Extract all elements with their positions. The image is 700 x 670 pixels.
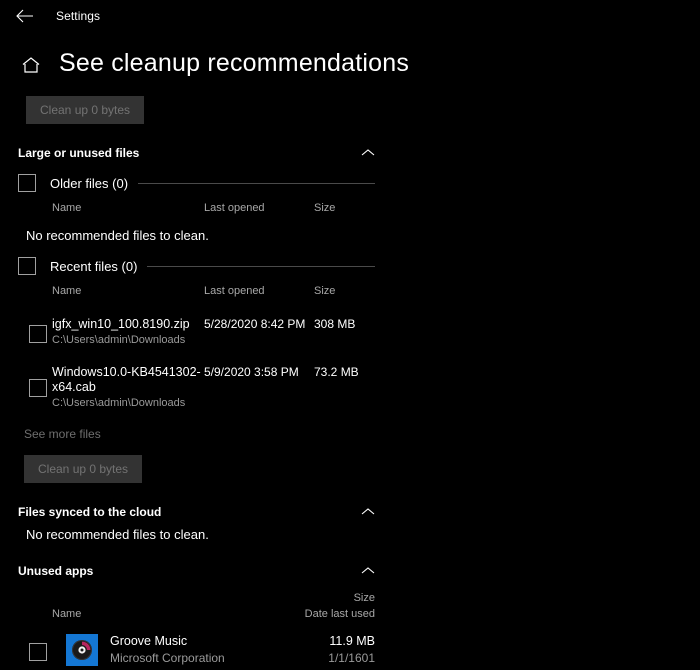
column-header-size: Size xyxy=(314,285,335,297)
group-label-older-files: Older files (0) xyxy=(50,176,128,191)
content-area: Clean up 0 bytes Large or unused files O… xyxy=(0,78,700,670)
section-header-large-or-unused-files[interactable]: Large or unused files xyxy=(18,146,375,160)
title-bar: Settings xyxy=(0,0,700,32)
file-name: Windows10.0-KB4541302-x64.cab xyxy=(52,365,202,395)
chevron-up-icon[interactable] xyxy=(361,148,375,158)
chevron-up-icon[interactable] xyxy=(361,507,375,517)
file-last-opened: 5/9/2020 3:58 PM xyxy=(204,365,299,379)
checkbox-older-files[interactable] xyxy=(18,174,36,192)
column-header-name: Name xyxy=(52,202,81,214)
column-headers-older-files: Name Last opened Size xyxy=(18,202,375,220)
app-name: Groove Music xyxy=(110,633,225,650)
column-header-last-opened: Last opened xyxy=(204,202,265,214)
app-size: 11.9 MB xyxy=(329,633,375,650)
page-header: See cleanup recommendations xyxy=(0,32,700,78)
table-row[interactable]: igfx_win10_100.8190.zip C:\Users\admin\D… xyxy=(18,317,375,351)
file-info: Windows10.0-KB4541302-x64.cab C:\Users\a… xyxy=(52,365,202,411)
app-info: Groove Music Microsoft Corporation xyxy=(110,633,225,667)
divider xyxy=(147,266,375,267)
section-header-unused-apps[interactable]: Unused apps xyxy=(18,564,375,578)
groove-music-icon xyxy=(66,634,98,666)
checkbox-app[interactable] xyxy=(29,643,47,661)
column-headers-unused-apps: Size Name Date last used xyxy=(18,592,375,624)
page-title: See cleanup recommendations xyxy=(59,49,409,78)
back-button[interactable] xyxy=(8,3,42,29)
section-title: Files synced to the cloud xyxy=(18,505,161,519)
file-info: igfx_win10_100.8190.zip C:\Users\admin\D… xyxy=(52,317,202,348)
file-size: 73.2 MB xyxy=(314,365,359,379)
back-arrow-icon xyxy=(16,9,34,23)
home-icon[interactable] xyxy=(18,52,44,78)
app-date-last-used: 1/1/1601 xyxy=(328,650,375,667)
cleanup-button-middle[interactable]: Clean up 0 bytes xyxy=(24,455,142,483)
column-header-size: Size xyxy=(314,202,335,214)
file-name: igfx_win10_100.8190.zip xyxy=(52,317,202,332)
group-row-older-files: Older files (0) xyxy=(18,174,375,192)
table-row[interactable]: Groove Music Microsoft Corporation 11.9 … xyxy=(18,634,375,670)
checkbox-file[interactable] xyxy=(29,379,47,397)
file-size: 308 MB xyxy=(314,317,355,331)
empty-message-older-files: No recommended files to clean. xyxy=(26,228,380,243)
file-last-opened: 5/28/2020 8:42 PM xyxy=(204,317,305,331)
column-headers-recent-files: Name Last opened Size xyxy=(18,285,375,303)
file-path: C:\Users\admin\Downloads xyxy=(52,396,202,411)
column-header-size: Size xyxy=(354,592,375,604)
app-publisher: Microsoft Corporation xyxy=(110,650,225,667)
section-header-files-synced-to-the-cloud[interactable]: Files synced to the cloud xyxy=(18,505,375,519)
chevron-up-icon[interactable] xyxy=(361,566,375,576)
checkbox-recent-files[interactable] xyxy=(18,257,36,275)
titlebar-label: Settings xyxy=(56,9,100,23)
divider xyxy=(138,183,375,184)
table-row[interactable]: Windows10.0-KB4541302-x64.cab C:\Users\a… xyxy=(18,365,375,411)
group-row-recent-files: Recent files (0) xyxy=(18,257,375,275)
column-header-name: Name xyxy=(52,285,81,297)
section-title: Unused apps xyxy=(18,564,93,578)
column-header-date-last-used: Date last used xyxy=(305,608,375,620)
empty-message-cloud-files: No recommended files to clean. xyxy=(26,527,380,542)
group-label-recent-files: Recent files (0) xyxy=(50,259,137,274)
cleanup-button-top[interactable]: Clean up 0 bytes xyxy=(26,96,144,124)
see-more-files-link[interactable]: See more files xyxy=(24,427,101,441)
column-header-name: Name xyxy=(52,608,81,620)
section-title: Large or unused files xyxy=(18,146,139,160)
checkbox-file[interactable] xyxy=(29,325,47,343)
file-path: C:\Users\admin\Downloads xyxy=(52,333,202,348)
column-header-last-opened: Last opened xyxy=(204,285,265,297)
